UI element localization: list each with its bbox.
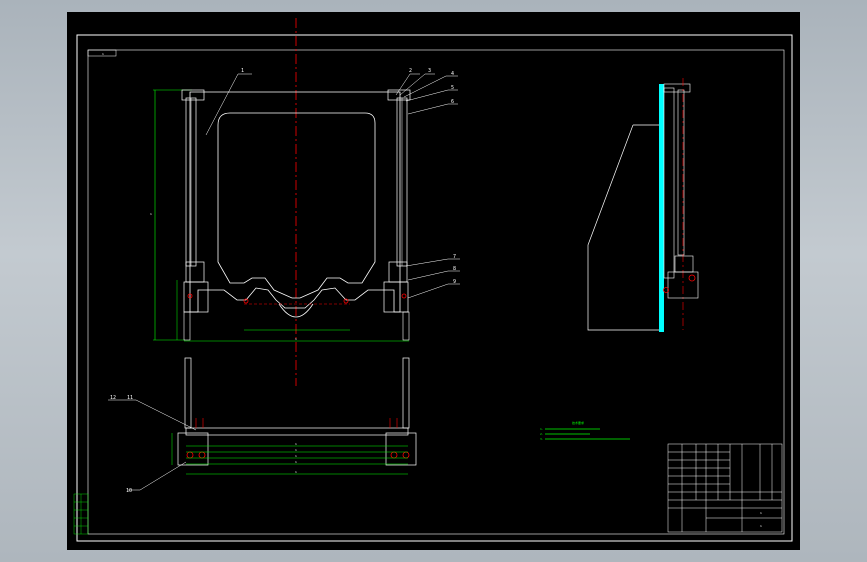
height-dimension-text: 1 — [150, 212, 152, 216]
note-line-2: 2. — [540, 432, 544, 436]
balloon-6: 6 — [451, 99, 454, 105]
balloon-2: 2 — [409, 68, 412, 74]
title-block-sheet: 1 — [760, 524, 762, 528]
top-dim-text-1: 1 — [295, 442, 297, 446]
top-dim-text-5: 1 — [295, 470, 297, 474]
balloon-4: 4 — [451, 71, 454, 77]
top-dim-text-2: 1 — [295, 448, 297, 452]
side-glass-panel — [659, 84, 664, 332]
notes-title: 技术要求 — [572, 420, 584, 425]
balloon-7: 7 — [453, 254, 456, 260]
balloon-9: 9 — [453, 279, 456, 285]
balloon-10: 10 — [126, 488, 132, 494]
corner-label: 1 — [102, 52, 104, 56]
width-dimension-text: 1 — [295, 337, 297, 341]
cad-drawing-canvas: 1 1 1 1 2 3 4 5 6 7 8 9 1 1 1 1 1 10 11 … — [67, 12, 800, 550]
note-line-1: 1. — [540, 427, 544, 431]
balloon-1: 1 — [241, 68, 244, 74]
top-dim-text-4: 1 — [295, 460, 297, 464]
note-line-3: 3. — [540, 437, 544, 441]
balloon-12: 12 — [110, 395, 116, 401]
balloon-8: 8 — [453, 266, 456, 272]
balloon-3: 3 — [428, 68, 431, 74]
balloon-11: 11 — [127, 395, 133, 401]
balloon-5: 5 — [451, 85, 454, 91]
title-block-name: 1 — [760, 511, 762, 515]
top-dim-text-3: 1 — [295, 454, 297, 458]
